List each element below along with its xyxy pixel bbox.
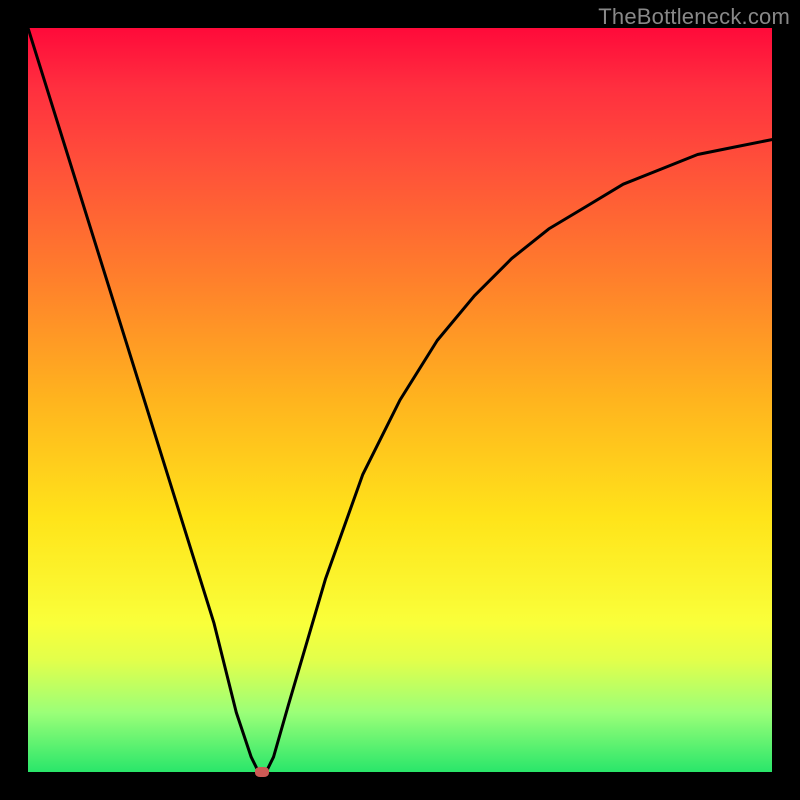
chart-frame: TheBottleneck.com [0,0,800,800]
bottleneck-curve [28,28,772,772]
curve-path [28,28,772,772]
plot-area [28,28,772,772]
minimum-marker [255,767,269,777]
watermark-text: TheBottleneck.com [598,4,790,30]
